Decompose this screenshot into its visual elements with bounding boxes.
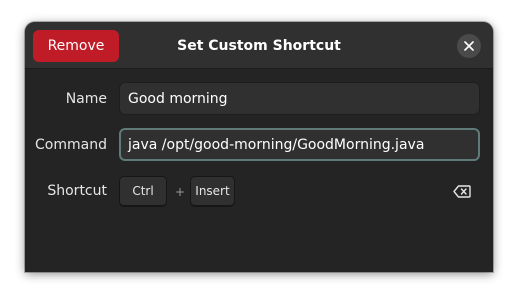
name-field[interactable]: Good morning <box>119 82 480 115</box>
close-button[interactable] <box>457 34 481 58</box>
shortcut-key-ctrl: Ctrl <box>119 176 167 207</box>
close-icon <box>464 41 474 51</box>
set-custom-shortcut-dialog: Remove Set Custom Shortcut Name Good mor… <box>25 22 493 272</box>
clear-shortcut-button[interactable] <box>451 180 473 202</box>
command-field-value: java /opt/good-morning/GoodMorning.java <box>128 136 425 153</box>
remove-button[interactable]: Remove <box>33 30 119 62</box>
headerbar: Remove Set Custom Shortcut <box>25 22 493 69</box>
command-field[interactable]: java /opt/good-morning/GoodMorning.java <box>119 128 480 161</box>
backspace-icon <box>453 184 471 198</box>
shortcut-key-insert: Insert <box>190 176 235 207</box>
name-label: Name <box>65 91 107 107</box>
command-label: Command <box>35 137 107 153</box>
shortcut-label: Shortcut <box>47 183 107 199</box>
name-field-value: Good morning <box>128 90 228 107</box>
shortcut-key-separator: + <box>174 184 186 199</box>
